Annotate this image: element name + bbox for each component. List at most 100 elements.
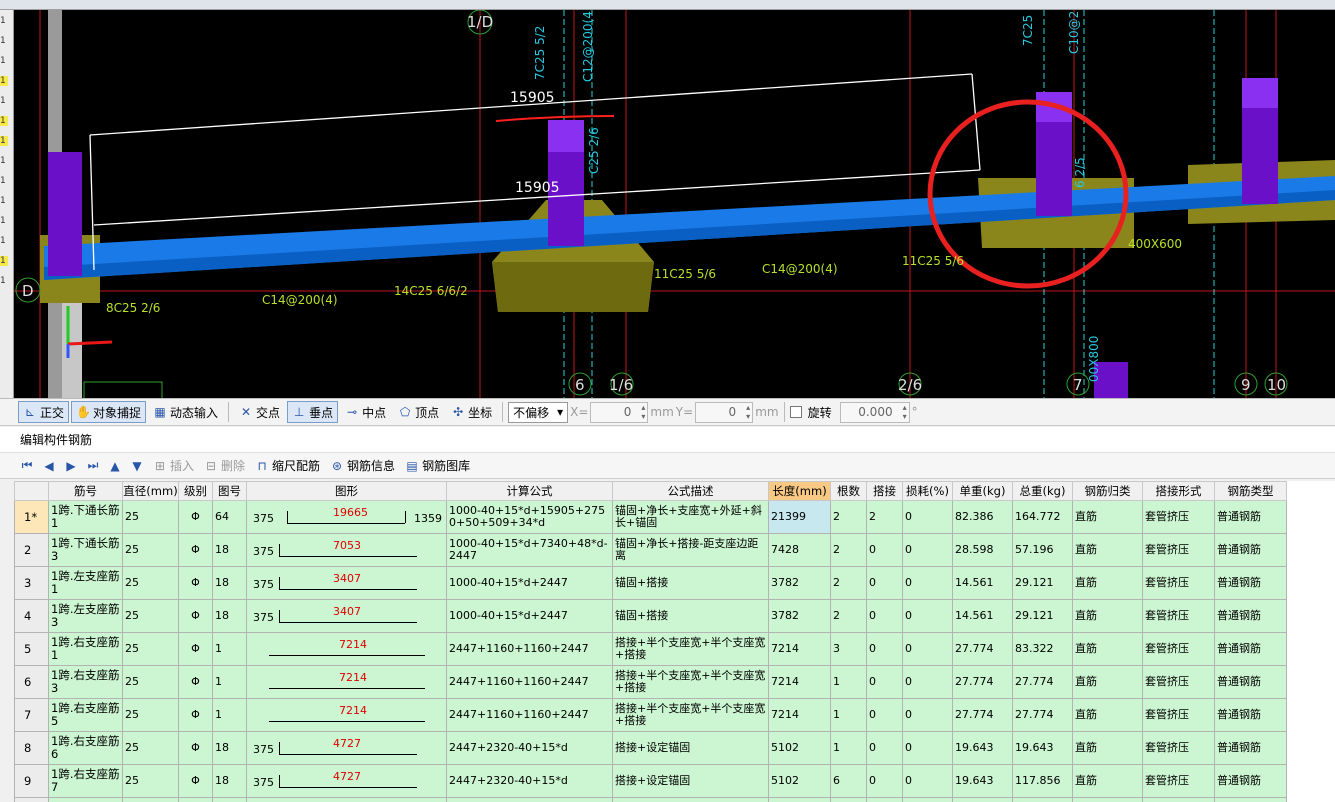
- cell-cls[interactable]: 直筋: [1072, 797, 1143, 802]
- cell-dia[interactable]: 25: [122, 533, 179, 567]
- cell-fig[interactable]: 18: [212, 731, 247, 765]
- dynamic-input-button[interactable]: ▦ 动态输入: [148, 401, 223, 423]
- cell-shape[interactable]: 375 4727: [246, 764, 447, 798]
- cell-lap[interactable]: 0: [866, 698, 903, 732]
- cell-total_w[interactable]: 27.774: [1012, 665, 1073, 699]
- cell-loss[interactable]: 0: [902, 764, 953, 798]
- cell-cls[interactable]: 直筋: [1072, 566, 1143, 600]
- table-row[interactable]: 8 1跨.右支座筋6 25 Φ 18 375 4727 2447+2320-40+15*d 搭接…: [14, 731, 1287, 765]
- cell-formula[interactable]: 2447+1160+1160+2447: [446, 632, 613, 666]
- cell-cls[interactable]: 直筋: [1072, 764, 1143, 798]
- cell-idx[interactable]: 2: [14, 533, 49, 567]
- cell-formula[interactable]: 15*d+15905*2+15*d: [446, 797, 613, 802]
- cell-unit_w[interactable]: 28.598: [952, 533, 1013, 567]
- cell-dia[interactable]: 25: [122, 665, 179, 699]
- cell-formula[interactable]: 1000-40+15*d+15905+2750+50+509+34*d: [446, 500, 613, 534]
- cell-shape[interactable]: 21180: [246, 797, 447, 802]
- cell-count[interactable]: 4: [830, 797, 867, 802]
- header-cell[interactable]: 计算公式: [446, 481, 613, 501]
- rebar-info-button[interactable]: ⊛ 钢筋信息: [327, 457, 398, 474]
- cell-lap[interactable]: 0: [866, 566, 903, 600]
- cell-dia[interactable]: 25: [122, 764, 179, 798]
- header-cell[interactable]: 总重(kg): [1012, 481, 1073, 501]
- cell-type[interactable]: 普通钢筋: [1214, 731, 1287, 765]
- cell-dia[interactable]: 25: [122, 731, 179, 765]
- table-row[interactable]: 3 1跨.左支座筋1 25 Φ 18 375 3407 1000-40+15*d+2447 锚固…: [14, 566, 1287, 600]
- cell-unit_w[interactable]: 19.643: [952, 764, 1013, 798]
- cell-len[interactable]: 5102: [768, 764, 831, 798]
- prev-record-icon[interactable]: ◀: [40, 459, 58, 473]
- cell-total_w[interactable]: 75.224: [1012, 797, 1073, 802]
- cell-lap_type[interactable]: 套管挤压: [1142, 566, 1215, 600]
- cell-unit_w[interactable]: 27.774: [952, 665, 1013, 699]
- cell-total_w[interactable]: 164.772: [1012, 500, 1073, 534]
- cell-idx[interactable]: 4: [14, 599, 49, 633]
- cell-formula[interactable]: 2447+1160+1160+2447: [446, 665, 613, 699]
- cell-count[interactable]: 2: [830, 599, 867, 633]
- cell-name[interactable]: 1跨.下通长筋1: [48, 500, 123, 534]
- cell-grade[interactable]: Φ: [178, 797, 213, 802]
- header-cell[interactable]: 根数: [830, 481, 867, 501]
- cell-fig[interactable]: 18: [212, 566, 247, 600]
- cell-len[interactable]: 21180: [768, 797, 831, 802]
- cell-formula[interactable]: 2447+1160+1160+2447: [446, 698, 613, 732]
- cell-lap[interactable]: 0: [866, 731, 903, 765]
- cell-formula[interactable]: 2447+2320-40+15*d: [446, 731, 613, 765]
- cell-grade[interactable]: Φ: [178, 665, 213, 699]
- coordinate-snap-button[interactable]: ✣ 坐标: [446, 401, 497, 423]
- cell-count[interactable]: 6: [830, 764, 867, 798]
- cell-lap[interactable]: 0: [866, 665, 903, 699]
- header-cell[interactable]: 钢筋归类: [1072, 481, 1143, 501]
- table-row[interactable]: 9 1跨.右支座筋7 25 Φ 18 375 4727 2447+2320-40+15*d 搭接…: [14, 764, 1287, 798]
- cell-name[interactable]: 1跨.右支座筋6: [48, 731, 123, 765]
- cell-grade[interactable]: Φ: [178, 764, 213, 798]
- cell-type[interactable]: 普通钢筋: [1214, 698, 1287, 732]
- cell-cls[interactable]: 直筋: [1072, 599, 1143, 633]
- spinner-icon[interactable]: ▴ ▾: [641, 403, 645, 421]
- move-down-icon[interactable]: ▼: [128, 459, 146, 473]
- cell-lap_type[interactable]: 套管挤压: [1142, 698, 1215, 732]
- cell-formula[interactable]: 2447+2320-40+15*d: [446, 764, 613, 798]
- object-snap-button[interactable]: ✋ 对象捕捉: [71, 401, 147, 423]
- table-row[interactable]: 6 1跨.右支座筋3 25 Φ 1 7214 2447+1160+1160+2447 搭接+半…: [14, 665, 1287, 699]
- last-record-icon[interactable]: ⏭: [84, 458, 102, 473]
- cell-type[interactable]: 普通钢筋: [1214, 500, 1287, 534]
- cell-idx[interactable]: 7: [14, 698, 49, 732]
- cell-cls[interactable]: 直筋: [1072, 533, 1143, 567]
- cell-idx[interactable]: 6: [14, 665, 49, 699]
- cell-count[interactable]: 1: [830, 731, 867, 765]
- cell-desc[interactable]: 搭接+设定锚固: [612, 731, 769, 765]
- spinner-icon[interactable]: ▴ ▾: [746, 403, 750, 421]
- vertex-snap-button[interactable]: ⬠ 顶点: [393, 401, 444, 423]
- cell-loss[interactable]: 0: [902, 632, 953, 666]
- header-cell[interactable]: 直径(mm): [122, 481, 179, 501]
- cell-idx[interactable]: 10: [14, 797, 49, 802]
- cell-shape[interactable]: 7214: [246, 665, 447, 699]
- cell-loss[interactable]: 0: [902, 599, 953, 633]
- cell-dia[interactable]: 25: [122, 632, 179, 666]
- cell-name[interactable]: 1跨.下通长筋3: [48, 533, 123, 567]
- cell-dia[interactable]: 25: [122, 698, 179, 732]
- cell-grade[interactable]: Φ: [178, 533, 213, 567]
- intersection-snap-button[interactable]: ✕ 交点: [234, 401, 285, 423]
- cell-fig[interactable]: 18: [212, 764, 247, 798]
- cell-type[interactable]: 普通钢筋: [1214, 599, 1287, 633]
- cell-grade[interactable]: Φ: [178, 698, 213, 732]
- cell-total_w[interactable]: 19.643: [1012, 731, 1073, 765]
- cell-lap[interactable]: 0: [866, 632, 903, 666]
- cell-len[interactable]: 7214: [768, 665, 831, 699]
- cell-len[interactable]: 7214: [768, 698, 831, 732]
- cell-cls[interactable]: 直筋: [1072, 500, 1143, 534]
- cell-fig[interactable]: 18: [212, 599, 247, 633]
- cell-total_w[interactable]: 117.856: [1012, 764, 1073, 798]
- 3d-model-viewport[interactable]: 1/D D 6 1/6 2/6 7 9 10 15905 15905 8C25 …: [14, 10, 1335, 398]
- cell-lap[interactable]: 0: [866, 533, 903, 567]
- cell-lap_type[interactable]: 套管挤压: [1142, 599, 1215, 633]
- header-cell[interactable]: 级别: [178, 481, 213, 501]
- cell-count[interactable]: 1: [830, 665, 867, 699]
- cell-grade[interactable]: Φ: [178, 566, 213, 600]
- move-up-icon[interactable]: ▲: [106, 459, 124, 473]
- cell-formula[interactable]: 1000-40+15*d+2447: [446, 599, 613, 633]
- cell-shape[interactable]: 375 3407: [246, 566, 447, 600]
- cell-type[interactable]: 普通钢筋: [1214, 797, 1287, 802]
